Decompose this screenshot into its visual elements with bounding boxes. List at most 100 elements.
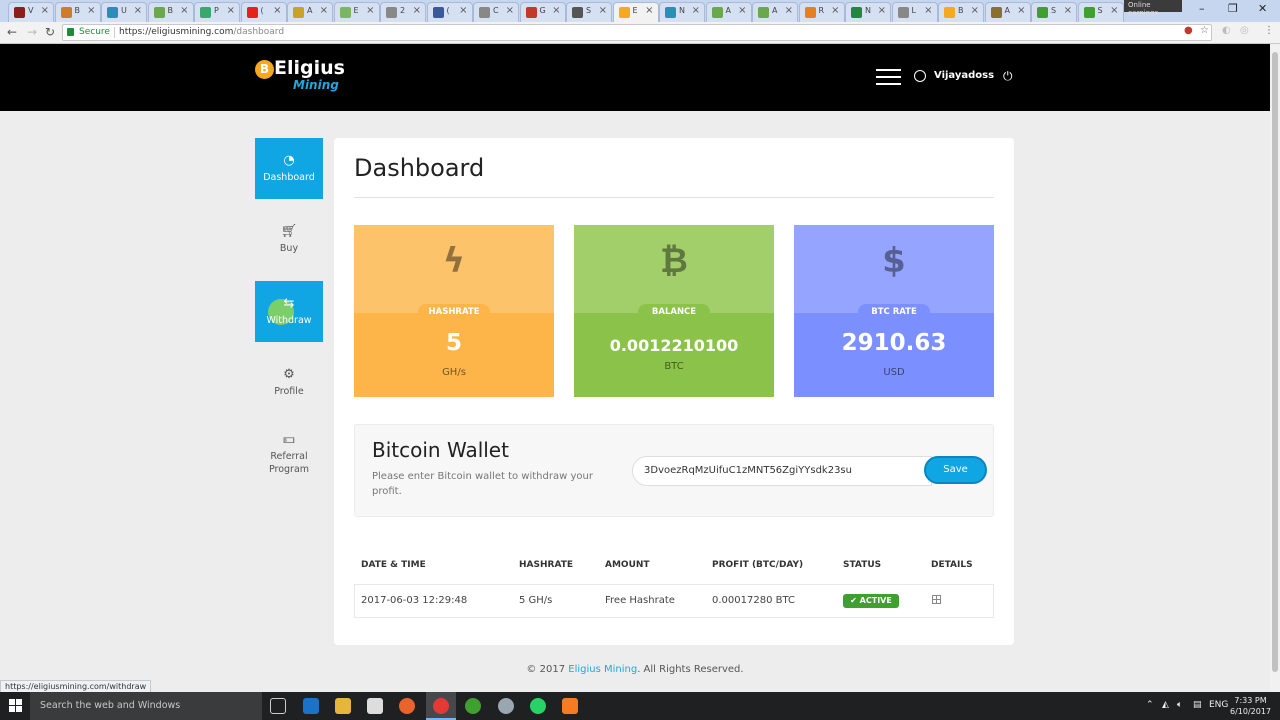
app-icon-2[interactable] (562, 698, 578, 714)
browser-tab[interactable]: V × (8, 2, 54, 22)
reload-icon[interactable]: ↻ (45, 25, 55, 39)
browser-tab[interactable]: R × (798, 2, 845, 22)
edge-icon[interactable] (303, 698, 319, 714)
browser-tab[interactable]: G × (519, 2, 566, 22)
restore-icon[interactable]: ❐ (1228, 2, 1238, 15)
volume-icon[interactable]: 🔈︎ (1177, 700, 1182, 710)
tab-close-icon[interactable]: × (134, 5, 142, 16)
tray-chevron-icon[interactable]: ⌃ (1146, 700, 1154, 710)
footer-brand-link[interactable]: Eligius Mining (568, 664, 637, 675)
taskbar-search-input[interactable]: Search the web and Windows (30, 692, 262, 720)
network-icon[interactable]: ◭ (1162, 700, 1169, 710)
extension-icon-2[interactable]: ◐ (1222, 25, 1231, 36)
sidebar-item-profile[interactable]: ⚙ Profile (255, 352, 323, 413)
tab-close-icon[interactable]: × (506, 5, 514, 16)
back-icon[interactable]: ← (7, 25, 17, 39)
sidebar-item-withdraw[interactable]: ⇆ Withdraw (255, 281, 323, 342)
browser-tab[interactable]: 2 × (380, 2, 426, 22)
browser-tab[interactable]: B × (54, 2, 101, 22)
utorrent-icon[interactable] (465, 698, 481, 714)
tab-close-icon[interactable]: × (1110, 5, 1118, 16)
wallet-address-input[interactable]: 3DvoezRqMzUifuC1zMNT56ZgiYYsdk23su (632, 456, 932, 486)
browser-tab[interactable]: (× (426, 2, 473, 22)
username-link[interactable]: Vijayadoss (934, 70, 994, 81)
minimize-icon[interactable]: – (1199, 2, 1205, 15)
stat-label: HASHRATE (418, 304, 490, 320)
page-scrollbar[interactable] (1270, 44, 1280, 692)
browser-tab[interactable]: P × (194, 2, 240, 22)
user-icon[interactable] (914, 70, 926, 82)
browser-tab[interactable]: (× (240, 2, 287, 22)
browser-tab[interactable]: A × (752, 2, 798, 22)
browser-tab[interactable]: N × (845, 2, 891, 22)
file-explorer-icon[interactable] (335, 698, 351, 714)
tab-close-icon[interactable]: × (1064, 5, 1072, 16)
tab-close-icon[interactable]: × (227, 5, 235, 16)
browser-tab[interactable]: A × (287, 2, 333, 22)
task-view-icon[interactable] (270, 698, 286, 714)
tab-close-icon[interactable]: × (878, 5, 886, 16)
browser-tab[interactable]: B × (938, 2, 984, 22)
scrollbar-thumb[interactable] (1272, 52, 1278, 672)
store-icon[interactable] (367, 698, 383, 714)
app-icon[interactable] (498, 698, 514, 714)
logo-coin-icon[interactable]: B (255, 60, 274, 79)
browser-tab[interactable]: U × (101, 2, 147, 22)
extension-icon[interactable]: ● (1184, 25, 1193, 36)
tab-close-icon[interactable]: × (599, 5, 607, 16)
browser-tab[interactable]: S × (1077, 2, 1124, 22)
tab-close-icon[interactable]: × (180, 5, 188, 16)
taskbar-clock[interactable]: 7:33 PM 6/10/2017 (1230, 695, 1271, 717)
details-grid-icon[interactable] (932, 595, 941, 604)
tab-close-icon[interactable]: × (738, 5, 746, 16)
browser-tab[interactable]: A × (705, 2, 752, 22)
tab-close-icon[interactable]: × (413, 5, 421, 16)
tab-close-icon[interactable]: × (320, 5, 328, 16)
tab-close-icon[interactable]: × (831, 5, 839, 16)
tab-close-icon[interactable]: × (645, 5, 653, 16)
tab-close-icon[interactable]: × (366, 5, 374, 16)
browser-tab[interactable]: E × (612, 2, 659, 22)
browser-tab[interactable]: S × (1031, 2, 1077, 22)
notification-icon[interactable]: ▤ (1193, 700, 1202, 710)
save-button[interactable]: Save (924, 456, 987, 484)
sidebar-item-referral[interactable]: 💵︎ Referral Program (255, 417, 323, 487)
tab-close-icon[interactable]: × (87, 5, 95, 16)
tab-title: A (307, 6, 313, 15)
star-icon[interactable]: ☆ (1200, 25, 1209, 36)
url-input[interactable]: Secure https://eligiusmining.com/dashboa… (62, 24, 1212, 41)
logo-text[interactable]: Eligius (274, 57, 345, 79)
hamburger-menu-icon[interactable] (876, 69, 901, 85)
menu-dots-icon[interactable]: ⋮ (1264, 25, 1274, 36)
chrome-icon[interactable] (433, 698, 449, 714)
tab-close-icon[interactable]: × (924, 5, 932, 16)
browser-tab[interactable]: N × (659, 2, 705, 22)
whatsapp-icon[interactable] (530, 698, 546, 714)
profile-label[interactable]: Online earnings (1124, 0, 1182, 17)
tab-close-icon[interactable]: × (552, 5, 560, 16)
forward-icon[interactable]: → (27, 25, 37, 39)
tab-close-icon[interactable]: × (692, 5, 700, 16)
tab-close-icon[interactable]: × (41, 5, 49, 16)
browser-tab[interactable]: A × (984, 2, 1031, 22)
browser-tab[interactable]: E × (333, 2, 380, 22)
sidebar-item-buy[interactable]: 🛒︎ Buy (255, 209, 323, 270)
tab-close-icon[interactable]: × (971, 5, 979, 16)
firefox-icon[interactable] (399, 698, 415, 714)
tab-close-icon[interactable]: × (273, 5, 281, 16)
tab-close-icon[interactable]: × (1017, 5, 1025, 16)
tab-close-icon[interactable]: × (459, 5, 467, 16)
language-label[interactable]: ENG (1209, 700, 1228, 710)
browser-tab[interactable]: B × (147, 2, 194, 22)
browser-tab[interactable]: L × (891, 2, 938, 22)
close-window-icon[interactable]: ✕ (1258, 2, 1267, 15)
browser-tab[interactable]: C × (473, 2, 519, 22)
extension-icon-3[interactable]: ◎ (1240, 25, 1249, 36)
tab-favicon-icon (618, 7, 630, 18)
sidebar-item-dashboard[interactable]: ◔ Dashboard (255, 138, 323, 199)
logo-subtext[interactable]: Mining (293, 78, 339, 92)
browser-tab[interactable]: S × (566, 2, 612, 22)
logout-power-icon[interactable]: ⏻ (1003, 69, 1013, 84)
windows-start-icon[interactable] (9, 699, 23, 713)
tab-close-icon[interactable]: × (785, 5, 793, 16)
